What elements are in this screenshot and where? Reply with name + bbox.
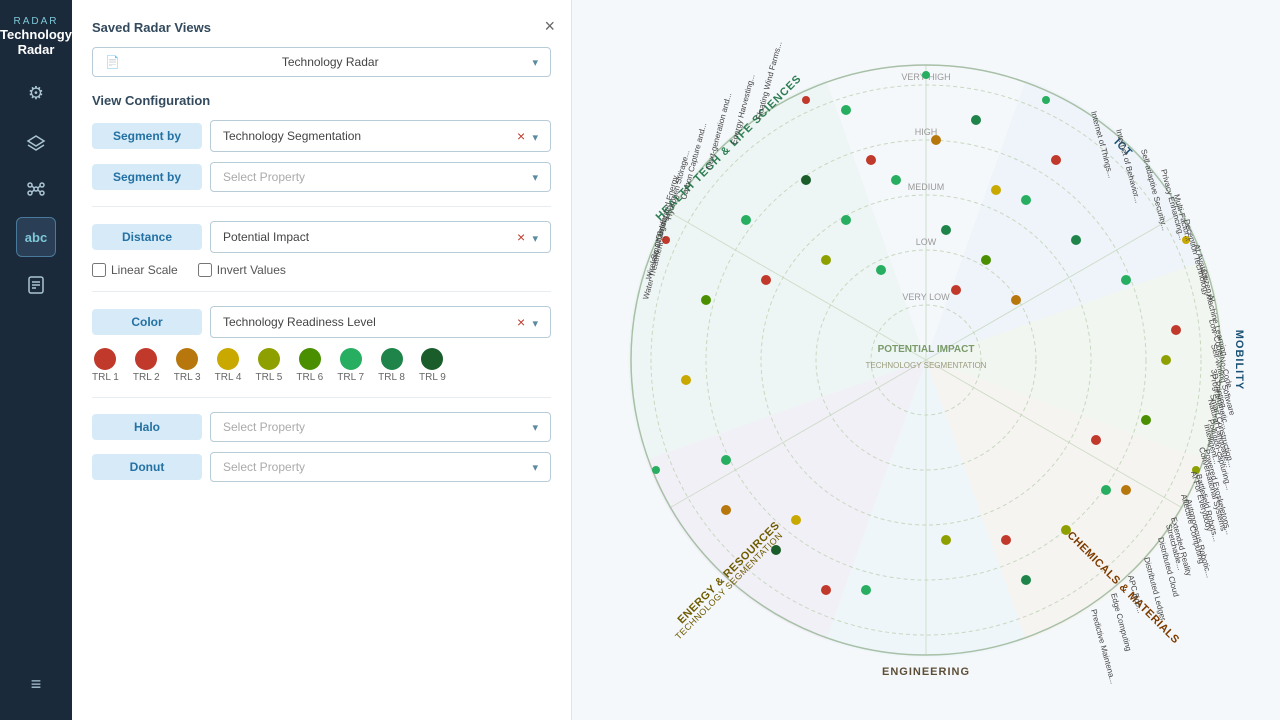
color-legend-item: TRL 4 xyxy=(215,348,242,383)
color-label: TRL 7 xyxy=(337,372,364,383)
distance-chevron: ▾ xyxy=(532,233,538,245)
color-label: TRL 8 xyxy=(378,372,405,383)
config-panel: × Saved Radar Views 📄 Technology Radar ▾… xyxy=(72,0,572,720)
sidebar: RADAR TechnologyRadar ⚙ abc ≡ xyxy=(0,0,72,720)
color-legend-item: TRL 6 xyxy=(296,348,323,383)
distance-row: Distance Potential Impact × ▾ xyxy=(92,221,551,253)
donut-chevron: ▾ xyxy=(532,461,538,474)
color-dot xyxy=(135,348,157,370)
color-label: TRL 1 xyxy=(92,372,119,383)
color-dot xyxy=(299,348,321,370)
radar-svg-container: VERY LOW LOW MEDIUM HIGH VERY HIGH POTEN… xyxy=(572,0,1280,720)
color-label: TRL 9 xyxy=(419,372,446,383)
svg-text:ENGINEERING: ENGINEERING xyxy=(882,666,970,678)
halo-select[interactable]: Select Property ▾ xyxy=(210,412,551,442)
text-abc-icon[interactable]: abc xyxy=(16,217,56,257)
color-clear[interactable]: × xyxy=(517,314,525,330)
color-dot xyxy=(176,348,198,370)
checkboxes-row: Linear Scale Invert Values xyxy=(92,263,551,277)
saved-views-section: Saved Radar Views 📄 Technology Radar ▾ xyxy=(92,20,551,77)
donut-placeholder: Select Property xyxy=(223,460,305,474)
svg-text:LOW: LOW xyxy=(916,237,937,247)
color-label: Color xyxy=(92,309,202,335)
main-content: × Saved Radar Views 📄 Technology Radar ▾… xyxy=(72,0,1280,720)
color-label: TRL 2 xyxy=(133,372,160,383)
document-icon[interactable] xyxy=(16,265,56,305)
segment-by-1-label: Segment by xyxy=(92,123,202,149)
color-legend-item: TRL 7 xyxy=(337,348,364,383)
color-legend-item: TRL 2 xyxy=(133,348,160,383)
distance-label: Distance xyxy=(92,224,202,250)
svg-text:POTENTIAL IMPACT: POTENTIAL IMPACT xyxy=(878,344,975,355)
color-select[interactable]: Technology Readiness Level × ▾ xyxy=(210,306,551,338)
color-legend: TRL 1 TRL 2 TRL 3 TRL 4 TRL 5 TRL 6 TRL … xyxy=(92,348,551,383)
halo-placeholder: Select Property xyxy=(223,420,305,434)
color-dot xyxy=(421,348,443,370)
distance-value: Potential Impact xyxy=(223,230,309,244)
color-chevron: ▾ xyxy=(532,318,538,330)
svg-text:MOBILITY: MOBILITY xyxy=(1233,330,1245,391)
settings-icon[interactable]: ⚙ xyxy=(16,73,56,113)
saved-view-select[interactable]: 📄 Technology Radar ▾ xyxy=(92,47,551,77)
linear-scale-label[interactable]: Linear Scale xyxy=(92,263,178,277)
segment-by-2-select[interactable]: Select Property ▾ xyxy=(210,162,551,192)
halo-label: Halo xyxy=(92,414,202,440)
halo-row: Halo Select Property ▾ xyxy=(92,412,551,442)
color-label: TRL 6 xyxy=(296,372,323,383)
list-icon[interactable]: ≡ xyxy=(16,664,56,704)
divider-3 xyxy=(92,397,551,398)
color-legend-item: TRL 3 xyxy=(174,348,201,383)
color-dot xyxy=(94,348,116,370)
color-dot xyxy=(340,348,362,370)
segment-by-2-chevron: ▾ xyxy=(532,171,538,184)
color-dot xyxy=(381,348,403,370)
color-label: TRL 5 xyxy=(256,372,283,383)
brand-label: RADAR xyxy=(0,16,72,27)
segment-by-1-value: Technology Segmentation xyxy=(223,129,361,143)
color-dot xyxy=(258,348,280,370)
svg-text:TECHNOLOGY SEGMENTATION: TECHNOLOGY SEGMENTATION xyxy=(866,361,987,370)
segment-by-1-clear[interactable]: × xyxy=(517,128,525,144)
saved-view-chevron: ▾ xyxy=(532,56,538,69)
radar-svg: VERY LOW LOW MEDIUM HIGH VERY HIGH POTEN… xyxy=(576,10,1276,710)
segment-by-2-placeholder: Select Property xyxy=(223,170,305,184)
segment-by-1-chevron: ▾ xyxy=(532,132,538,144)
distance-clear[interactable]: × xyxy=(517,229,525,245)
donut-select[interactable]: Select Property ▾ xyxy=(210,452,551,482)
divider-1 xyxy=(92,206,551,207)
linear-scale-checkbox[interactable] xyxy=(92,263,106,277)
svg-text:VERY LOW: VERY LOW xyxy=(902,292,950,302)
distance-select[interactable]: Potential Impact × ▾ xyxy=(210,221,551,253)
color-legend-item: TRL 8 xyxy=(378,348,405,383)
divider-2 xyxy=(92,291,551,292)
color-legend-item: TRL 1 xyxy=(92,348,119,383)
invert-values-checkbox[interactable] xyxy=(198,263,212,277)
color-label: TRL 4 xyxy=(215,372,242,383)
network-icon[interactable] xyxy=(16,169,56,209)
color-label: TRL 3 xyxy=(174,372,201,383)
radar-area: Technology Radar ▾ ⛶ + − ⛶ xyxy=(572,0,1280,720)
brand: RADAR TechnologyRadar xyxy=(0,16,72,57)
color-row: Color Technology Readiness Level × ▾ xyxy=(92,306,551,338)
close-panel-button[interactable]: × xyxy=(544,16,555,37)
donut-row: Donut Select Property ▾ xyxy=(92,452,551,482)
donut-label: Donut xyxy=(92,454,202,480)
color-dot xyxy=(217,348,239,370)
saved-view-value: Technology Radar xyxy=(282,55,379,69)
color-legend-item: TRL 9 xyxy=(419,348,446,383)
segment-by-1-select[interactable]: Technology Segmentation × ▾ xyxy=(210,120,551,152)
segment-by-2-row: Segment by Select Property ▾ xyxy=(92,162,551,192)
view-config-section: View Configuration Segment by Technology… xyxy=(92,93,551,492)
invert-values-label[interactable]: Invert Values xyxy=(198,263,286,277)
segment-by-1-row: Segment by Technology Segmentation × ▾ xyxy=(92,120,551,152)
saved-views-title: Saved Radar Views xyxy=(92,20,551,35)
view-config-title: View Configuration xyxy=(92,93,551,108)
svg-text:MEDIUM: MEDIUM xyxy=(908,182,945,192)
color-legend-item: TRL 5 xyxy=(256,348,283,383)
color-value: Technology Readiness Level xyxy=(223,315,376,329)
layers-icon[interactable] xyxy=(16,121,56,161)
segment-by-2-label: Segment by xyxy=(92,164,202,190)
app-title: TechnologyRadar xyxy=(0,27,72,57)
halo-chevron: ▾ xyxy=(532,421,538,434)
